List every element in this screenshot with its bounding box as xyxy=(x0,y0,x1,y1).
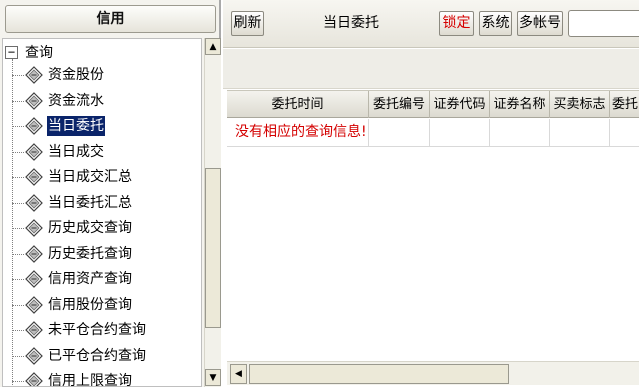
document-diamond-icon xyxy=(25,372,43,386)
panel-title: 信用 xyxy=(5,5,216,33)
table-cell xyxy=(369,119,430,146)
document-diamond-icon xyxy=(25,219,43,237)
toolbar-input[interactable] xyxy=(568,10,639,37)
document-diamond-icon xyxy=(25,142,43,161)
tree-branch-line xyxy=(12,75,24,76)
tree-item[interactable]: 当日委托汇总 xyxy=(3,191,201,216)
tree-item[interactable]: 当日委托 xyxy=(3,114,201,139)
document-diamond-icon xyxy=(25,321,43,339)
scroll-left-icon[interactable]: ◀ xyxy=(230,364,247,384)
tree-branch-line xyxy=(12,253,24,255)
tree-item-label[interactable]: 资金流水 xyxy=(47,91,105,111)
toolbar: 刷新 当日委托 锁定 系统 多帐号 xyxy=(223,0,639,48)
tree-item-label[interactable]: 当日委托 xyxy=(47,116,105,136)
tree-item-label[interactable]: 当日成交汇总 xyxy=(47,167,133,187)
grid-scroll-thumb[interactable] xyxy=(249,364,509,384)
scroll-up-icon[interactable]: ▲ xyxy=(205,38,221,55)
tree-branch-line xyxy=(12,279,24,280)
tree-item-label[interactable]: 当日成交 xyxy=(47,142,105,162)
tree-branch-line xyxy=(12,355,24,357)
tree-branch-line xyxy=(12,202,24,204)
table-cell: 没有相应的查询信息! xyxy=(227,119,369,146)
table-cell xyxy=(550,119,610,146)
empty-message: 没有相应的查询信息! xyxy=(235,124,367,140)
document-diamond-icon xyxy=(25,91,43,110)
tree-item-label[interactable]: 信用上限查询 xyxy=(47,371,133,386)
tree-item[interactable]: 历史成交查询 xyxy=(3,216,201,241)
tree-item-label[interactable]: 历史委托查询 xyxy=(47,244,133,264)
tree-item-label[interactable]: 历史成交查询 xyxy=(47,218,133,238)
table-cell xyxy=(610,119,639,146)
document-diamond-icon xyxy=(25,168,43,186)
tree-scroll-thumb[interactable] xyxy=(205,168,221,328)
tree-item[interactable]: 资金流水 xyxy=(3,89,201,114)
tree-branch-line xyxy=(12,381,24,382)
tree-root-label[interactable]: 查询 xyxy=(25,42,53,62)
tree-item-label[interactable]: 信用股份查询 xyxy=(47,295,133,315)
tree-item[interactable]: 未平仓合约查询 xyxy=(3,318,201,343)
document-diamond-icon xyxy=(25,193,43,212)
tree-item-label[interactable]: 资金股份 xyxy=(47,65,105,85)
document-diamond-icon xyxy=(25,346,43,365)
tree-item[interactable]: 信用资产查询 xyxy=(3,267,201,292)
collapse-icon[interactable]: − xyxy=(5,45,18,59)
tree-item-label[interactable]: 信用资产查询 xyxy=(47,269,133,289)
tree-branch-line xyxy=(12,228,24,229)
column-header[interactable]: 证券代码 xyxy=(430,91,490,118)
tree-item[interactable]: 信用股份查询 xyxy=(3,293,201,318)
tree-branch-line xyxy=(12,151,24,153)
system-button[interactable]: 系统 xyxy=(479,11,512,36)
table-row[interactable]: 没有相应的查询信息! xyxy=(227,119,639,147)
scroll-down-icon[interactable]: ▼ xyxy=(205,369,221,386)
toolbar-band xyxy=(223,49,639,89)
tree-root-query[interactable]: − 查询 xyxy=(5,41,53,63)
document-diamond-icon xyxy=(25,270,43,288)
tree-item-label[interactable]: 当日委托汇总 xyxy=(47,193,133,213)
refresh-button[interactable]: 刷新 xyxy=(231,11,264,36)
column-header[interactable]: 证券名称 xyxy=(490,91,550,118)
tree-branch-line xyxy=(12,330,24,331)
column-header[interactable]: 委托时间 xyxy=(227,91,369,118)
page-title: 当日委托 xyxy=(323,15,379,31)
column-header[interactable]: 委托编号 xyxy=(369,91,430,118)
query-tree: − 查询 资金股份资金流水当日委托当日成交当日成交汇总 当日委托汇总 历史成交查询历… xyxy=(2,38,202,387)
document-diamond-icon xyxy=(25,117,43,135)
document-diamond-icon xyxy=(25,244,43,263)
table-cell xyxy=(430,119,490,146)
tree-item-label[interactable]: 未平仓合约查询 xyxy=(47,320,147,340)
tree-item[interactable]: 已平仓合约查询 xyxy=(3,344,201,369)
tree-branch-line xyxy=(12,126,24,127)
table-cell xyxy=(490,119,550,146)
tree-item[interactable]: 历史委托查询 xyxy=(3,242,201,267)
left-panel: 信用 − 查询 资金股份资金流水当日委托当日成交当日成交汇总 当日委托汇总 历史成交… xyxy=(0,0,221,387)
document-diamond-icon xyxy=(25,295,43,314)
grid-horizontal-scrollbar[interactable]: ◀ xyxy=(227,361,639,385)
orders-grid: 委托时间 委托编号 证券代码 证券名称 买卖标志 委托 没有相应的查询信息! xyxy=(227,89,639,361)
tree-branch-line xyxy=(12,100,24,102)
column-header[interactable]: 委托 xyxy=(610,91,639,118)
tree-item[interactable]: 当日成交 xyxy=(3,140,201,165)
column-header[interactable]: 买卖标志 xyxy=(550,91,610,118)
tree-branch-line xyxy=(12,177,24,178)
tree-item[interactable]: 信用上限查询 xyxy=(3,369,201,386)
tree-item-label[interactable]: 已平仓合约查询 xyxy=(47,346,147,366)
document-diamond-icon xyxy=(25,66,43,84)
grid-header: 委托时间 委托编号 证券代码 证券名称 买卖标志 委托 xyxy=(227,90,639,118)
multi-account-button[interactable]: 多帐号 xyxy=(517,11,563,36)
tree-vertical-scrollbar[interactable]: ▲ ▼ xyxy=(204,38,221,387)
lock-button[interactable]: 锁定 xyxy=(439,11,474,36)
tree-item[interactable]: 资金股份 xyxy=(3,63,201,88)
tree-item[interactable]: 当日成交汇总 xyxy=(3,165,201,190)
tree-branch-line xyxy=(12,304,24,306)
